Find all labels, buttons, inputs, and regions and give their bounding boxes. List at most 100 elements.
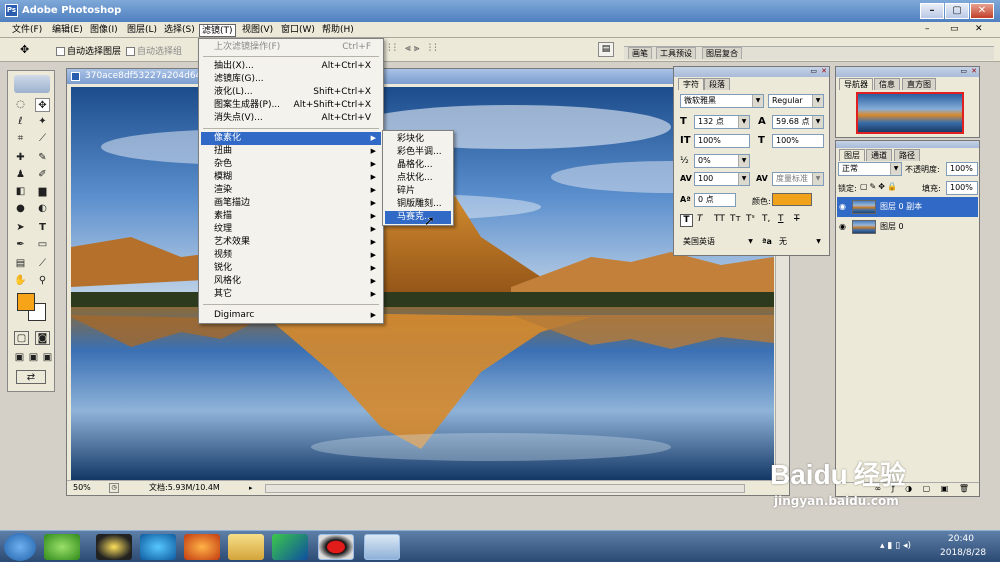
status-arrow-icon[interactable]: ▸ <box>249 481 253 495</box>
taskbar-360-icon[interactable] <box>44 534 80 560</box>
menu-item-artistic[interactable]: 艺术效果 ▶ <box>201 236 381 249</box>
menu-item-digimarc[interactable]: Digimarc ▶ <box>201 309 381 322</box>
menu-item-texture[interactable]: 纹理 ▶ <box>201 223 381 236</box>
maximize-button[interactable]: ▢ <box>945 3 969 19</box>
baseline-shift-field[interactable]: 0 点 <box>694 193 736 207</box>
eyedropper-icon[interactable]: ⟋ <box>35 257 50 271</box>
magic-wand-icon[interactable]: ✦ <box>35 115 50 129</box>
menu-item-filter-gallery[interactable]: 滤镜库(G)... <box>201 73 381 86</box>
menu-item-render[interactable]: 渲染 ▶ <box>201 184 381 197</box>
visibility-eye-icon[interactable]: ◉ <box>839 217 846 237</box>
horizontal-scrollbar[interactable] <box>265 484 745 493</box>
tab-channels[interactable]: 通道 <box>866 149 892 161</box>
menu-image[interactable]: 图像(I) <box>88 24 120 37</box>
panel-minimize-icon[interactable]: ▭ <box>810 67 817 75</box>
shape-tool-icon[interactable]: ▭ <box>35 238 50 252</box>
quick-mask-icon[interactable]: ◙ <box>35 331 50 345</box>
vertical-scale-field[interactable]: 100% <box>694 134 750 148</box>
font-size-field[interactable]: 132 点 ▼ <box>694 115 750 129</box>
lock-icons[interactable]: ▢✎✥🔒 <box>860 182 899 191</box>
menu-item-pattern-maker[interactable]: 图案生成器(P)... Alt+Shift+Ctrl+X <box>201 99 381 112</box>
all-caps-button[interactable]: TT <box>714 214 725 224</box>
type-tool-icon[interactable]: T <box>35 221 50 235</box>
menu-select[interactable]: 选择(S) <box>162 24 197 37</box>
taskbar-qq-icon[interactable] <box>96 534 132 560</box>
submenu-item-mezzotint[interactable]: 铜版雕刻... <box>385 198 451 211</box>
menu-edit[interactable]: 编辑(E) <box>50 24 85 37</box>
taskbar-media-icon[interactable] <box>140 534 176 560</box>
standard-mode-icon[interactable]: ▢ <box>14 331 29 345</box>
menu-item-liquify[interactable]: 液化(L)... Shift+Ctrl+X <box>201 86 381 99</box>
taskbar-app-icon[interactable] <box>272 534 308 560</box>
menu-item-last-filter[interactable]: 上次滤镜操作(F) Ctrl+F <box>201 41 381 54</box>
submenu-item-pointillize[interactable]: 点状化... <box>385 172 451 185</box>
history-brush-icon[interactable]: ✐ <box>35 168 50 182</box>
submenu-item-mosaic[interactable]: 马赛克... <box>385 211 451 224</box>
layers-titlebar[interactable] <box>836 141 979 148</box>
hand-tool-icon[interactable]: ✋ <box>13 274 28 288</box>
tracking-field[interactable]: 100 ▼ <box>694 172 750 186</box>
superscript-button[interactable]: Tˢ <box>746 214 755 224</box>
auto-select-group-option[interactable]: 自动选择组 <box>126 44 182 57</box>
close-button[interactable]: ✕ <box>970 3 994 19</box>
tab-tool-presets[interactable]: 工具预设 <box>656 47 696 59</box>
gradient-tool-icon[interactable]: ▆ <box>35 185 50 199</box>
crop-tool-icon[interactable]: ⌗ <box>13 132 28 146</box>
navigator-titlebar[interactable]: ▭ ✕ <box>836 67 979 77</box>
tab-brushes[interactable]: 画笔 <box>628 47 652 59</box>
menu-item-noise[interactable]: 杂色 ▶ <box>201 158 381 171</box>
strikethrough-button[interactable]: T <box>794 214 800 224</box>
tab-paragraph[interactable]: 段落 <box>704 78 730 90</box>
tab-layer-comps[interactable]: 图层复合 <box>702 47 742 59</box>
clock-date[interactable]: 2018/8/28 <box>940 548 986 558</box>
lasso-tool-icon[interactable]: ℓ <box>13 115 28 129</box>
visibility-eye-icon[interactable]: ◉ <box>839 197 846 217</box>
menu-item-brush-strokes[interactable]: 画笔描边 ▶ <box>201 197 381 210</box>
menu-item-other[interactable]: 其它 ▶ <box>201 288 381 301</box>
panel-close-icon[interactable]: ✕ <box>971 67 977 75</box>
submenu-item-facet[interactable]: 彩块化 <box>385 133 451 146</box>
slice-tool-icon[interactable]: ⟋ <box>35 132 50 146</box>
font-style-select[interactable]: Regular ▼ <box>768 94 824 108</box>
blur-tool-icon[interactable]: ● <box>13 202 28 216</box>
taskbar-explorer-icon[interactable] <box>228 534 264 560</box>
kern-mode-select[interactable]: 度量标准 ▼ <box>772 172 824 186</box>
screen-mode-full-menu-icon[interactable]: ▣ <box>26 351 41 365</box>
submenu-item-color-halftone[interactable]: 彩色半调... <box>385 146 451 159</box>
menu-filter[interactable]: 滤镜(T) <box>199 24 236 37</box>
palette-well-icon[interactable]: ▤ <box>598 42 614 57</box>
menu-item-sketch[interactable]: 素描 ▶ <box>201 210 381 223</box>
brush-tool-icon[interactable]: ✎ <box>35 151 50 165</box>
faux-italic-button[interactable]: T <box>697 214 703 224</box>
auto-select-layer-checkbox[interactable] <box>56 47 65 56</box>
taskbar-photoshop-icon[interactable] <box>364 534 400 560</box>
fill-field[interactable]: 100% <box>946 181 978 195</box>
tab-info[interactable]: 信息 <box>874 78 900 90</box>
clock-time[interactable]: 20:40 <box>948 534 974 544</box>
menu-item-video[interactable]: 视频 ▶ <box>201 249 381 262</box>
healing-brush-icon[interactable]: ✚ <box>13 151 28 165</box>
menu-layer[interactable]: 图层(L) <box>125 24 159 37</box>
start-button[interactable] <box>4 533 36 561</box>
move-tool-icon[interactable]: ✥ <box>35 98 50 112</box>
faux-bold-button[interactable]: T <box>680 214 693 227</box>
menu-item-sharpen[interactable]: 锐化 ▶ <box>201 262 381 275</box>
small-caps-button[interactable]: Tт <box>730 214 741 224</box>
menu-item-pixelate[interactable]: 像素化 ▶ <box>201 132 381 145</box>
menu-view[interactable]: 视图(V) <box>240 24 275 37</box>
taskbar-recorder-icon[interactable] <box>318 534 354 560</box>
tab-paths[interactable]: 路径 <box>894 149 920 161</box>
screen-mode-standard-icon[interactable]: ▣ <box>12 351 27 365</box>
language-select[interactable]: 美国英语 ▼ <box>680 236 756 250</box>
character-panel-titlebar[interactable]: ▭ ✕ <box>674 67 829 77</box>
menu-item-extract[interactable]: 抽出(X)... Alt+Ctrl+X <box>201 60 381 73</box>
tab-layers[interactable]: 图层 <box>839 149 865 161</box>
anti-alias-select[interactable]: 无 ▼ <box>776 236 824 250</box>
jump-to-imageready-icon[interactable]: ⇄ <box>16 370 46 384</box>
layer-row[interactable]: ◉ 图层 0 副本 <box>837 197 978 217</box>
menu-file[interactable]: 文件(F) <box>10 24 44 37</box>
leading-field[interactable]: 59.68 点 ▼ <box>772 115 824 129</box>
menu-item-stylize[interactable]: 风格化 ▶ <box>201 275 381 288</box>
opacity-field[interactable]: 100% <box>946 162 978 176</box>
doc-restore-icon[interactable]: ▭ <box>950 24 959 34</box>
